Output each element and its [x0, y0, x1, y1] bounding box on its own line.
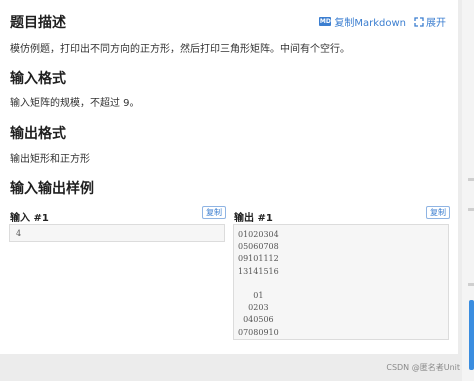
code-line: 09101112 [238, 254, 279, 264]
code-line: 4 [16, 229, 22, 238]
code-line: 0203 [238, 303, 269, 313]
output-format-text: 输出矩形和正方形 [10, 154, 90, 165]
description-text: 模仿例题，打印出不同方向的正方形，然后打印三角形矩阵。中间有个空行。 [10, 44, 350, 55]
output-sample-lines: 01020304 05060708 09101112 13141516 01 0203… [238, 229, 448, 339]
scrollbar-thumb[interactable] [469, 300, 474, 370]
code-line: 040506 [238, 315, 274, 325]
side-marker [468, 283, 474, 286]
watermark: CSDN @匿名者Unit [386, 363, 460, 372]
toolbar: MD 复制Markdown 展开 [319, 14, 446, 29]
input-format-text: 输入矩阵的规模，不超过 9。 [10, 98, 140, 109]
code-line: 13141516 [238, 266, 279, 276]
copy-output-button[interactable]: 复制 [426, 206, 450, 219]
copy-markdown-button[interactable]: MD 复制Markdown [319, 14, 406, 29]
code-line: 01 [238, 290, 264, 300]
output-format-title: 输出格式 [10, 126, 66, 142]
copy-markdown-label: 复制Markdown [334, 18, 406, 29]
input-sample-label: 输入 #1 [10, 213, 49, 224]
side-marker [468, 178, 474, 181]
input-format-title: 输入格式 [10, 71, 66, 87]
copy-input-button[interactable]: 复制 [202, 206, 226, 219]
code-line: 07080910 [238, 327, 279, 337]
input-sample-box: 4 [9, 224, 225, 242]
markdown-icon: MD [319, 17, 332, 26]
expand-button[interactable]: 展开 [406, 14, 446, 29]
output-sample-box: 01020304 05060708 09101112 13141516 01 0203… [233, 224, 449, 340]
output-sample-label: 输出 #1 [234, 213, 273, 224]
expand-icon [414, 16, 424, 27]
side-marker [468, 208, 474, 211]
code-line: 05060708 [238, 242, 279, 252]
input-sample-lines: 4 [16, 228, 224, 240]
description-title: 题目描述 [10, 15, 66, 31]
samples-title: 输入输出样例 [10, 181, 94, 197]
problem-card: 题目描述 MD 复制Markdown 展开 模仿例题，打印出不同方向的正方形，然… [0, 0, 458, 354]
expand-label: 展开 [426, 18, 446, 29]
code-line: 01020304 [238, 230, 279, 239]
